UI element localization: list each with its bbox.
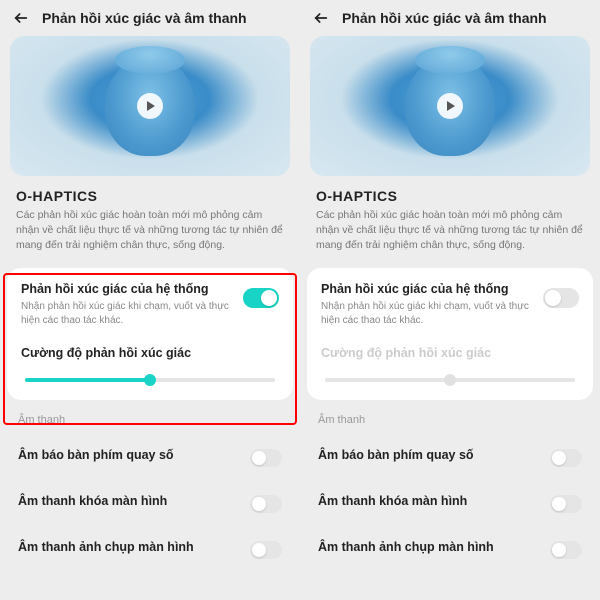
intensity-label: Cường độ phản hồi xúc giác bbox=[21, 346, 279, 360]
dialpad-sound-toggle[interactable] bbox=[250, 449, 282, 467]
lockscreen-sound-toggle[interactable] bbox=[250, 495, 282, 513]
lockscreen-sound-label: Âm thanh khóa màn hình bbox=[318, 494, 467, 508]
settings-screen-left: Phản hồi xúc giác và âm thanh O-HAPTICS … bbox=[0, 0, 300, 600]
system-haptics-toggle[interactable] bbox=[543, 288, 579, 308]
dialpad-sound-toggle[interactable] bbox=[550, 449, 582, 467]
settings-screen-right: Phản hồi xúc giác và âm thanh O-HAPTICS … bbox=[300, 0, 600, 600]
header: Phản hồi xúc giác và âm thanh bbox=[0, 0, 300, 36]
ohaptics-title: O-HAPTICS bbox=[316, 188, 584, 204]
system-haptics-title: Phản hồi xúc giác của hệ thống bbox=[321, 282, 533, 296]
page-title: Phản hồi xúc giác và âm thanh bbox=[342, 10, 547, 26]
haptics-card: Phản hồi xúc giác của hệ thống Nhận phản… bbox=[7, 268, 293, 400]
intensity-label: Cường độ phản hồi xúc giác bbox=[321, 346, 579, 360]
sound-section-label: Âm thanh bbox=[300, 400, 600, 432]
ohaptics-desc: Các phản hồi xúc giác hoàn toàn mới mô p… bbox=[16, 208, 284, 254]
page-title: Phản hồi xúc giác và âm thanh bbox=[42, 10, 247, 26]
dialpad-sound-label: Âm báo bàn phím quay số bbox=[18, 448, 174, 462]
back-icon[interactable] bbox=[312, 9, 330, 27]
ohaptics-info: O-HAPTICS Các phản hồi xúc giác hoàn toà… bbox=[0, 176, 300, 268]
lockscreen-sound-label: Âm thanh khóa màn hình bbox=[18, 494, 167, 508]
intensity-section: Cường độ phản hồi xúc giác bbox=[21, 346, 279, 382]
header: Phản hồi xúc giác và âm thanh bbox=[300, 0, 600, 36]
system-haptics-row: Phản hồi xúc giác của hệ thống Nhận phản… bbox=[21, 282, 279, 328]
intensity-slider[interactable] bbox=[25, 378, 275, 382]
screenshot-sound-toggle[interactable] bbox=[550, 541, 582, 559]
haptics-card: Phản hồi xúc giác của hệ thống Nhận phản… bbox=[307, 268, 593, 400]
dialpad-sound-row: Âm báo bàn phím quay số bbox=[0, 432, 300, 478]
back-icon[interactable] bbox=[12, 9, 30, 27]
lockscreen-sound-row: Âm thanh khóa màn hình bbox=[0, 478, 300, 524]
system-haptics-desc: Nhận phản hồi xúc giác khi chạm, vuốt và… bbox=[321, 300, 533, 328]
screenshot-sound-row: Âm thanh ảnh chụp màn hình bbox=[0, 524, 300, 570]
screenshot-sound-row: Âm thanh ảnh chụp màn hình bbox=[300, 524, 600, 570]
lockscreen-sound-toggle[interactable] bbox=[550, 495, 582, 513]
screenshot-sound-toggle[interactable] bbox=[250, 541, 282, 559]
system-haptics-toggle[interactable] bbox=[243, 288, 279, 308]
ohaptics-desc: Các phản hồi xúc giác hoàn toàn mới mô p… bbox=[316, 208, 584, 254]
sound-section-label: Âm thanh bbox=[0, 400, 300, 432]
play-icon[interactable] bbox=[437, 93, 463, 119]
ohaptics-title: O-HAPTICS bbox=[16, 188, 284, 204]
system-haptics-title: Phản hồi xúc giác của hệ thống bbox=[21, 282, 233, 296]
preview-video[interactable] bbox=[10, 36, 290, 176]
screenshot-sound-label: Âm thanh ảnh chụp màn hình bbox=[318, 540, 494, 554]
system-haptics-desc: Nhận phản hồi xúc giác khi chạm, vuốt và… bbox=[21, 300, 233, 328]
lockscreen-sound-row: Âm thanh khóa màn hình bbox=[300, 478, 600, 524]
ohaptics-info: O-HAPTICS Các phản hồi xúc giác hoàn toà… bbox=[300, 176, 600, 268]
intensity-section: Cường độ phản hồi xúc giác bbox=[321, 346, 579, 382]
screenshot-sound-label: Âm thanh ảnh chụp màn hình bbox=[18, 540, 194, 554]
preview-video[interactable] bbox=[310, 36, 590, 176]
play-icon[interactable] bbox=[137, 93, 163, 119]
dialpad-sound-label: Âm báo bàn phím quay số bbox=[318, 448, 474, 462]
intensity-slider bbox=[325, 378, 575, 382]
dialpad-sound-row: Âm báo bàn phím quay số bbox=[300, 432, 600, 478]
system-haptics-row: Phản hồi xúc giác của hệ thống Nhận phản… bbox=[321, 282, 579, 328]
